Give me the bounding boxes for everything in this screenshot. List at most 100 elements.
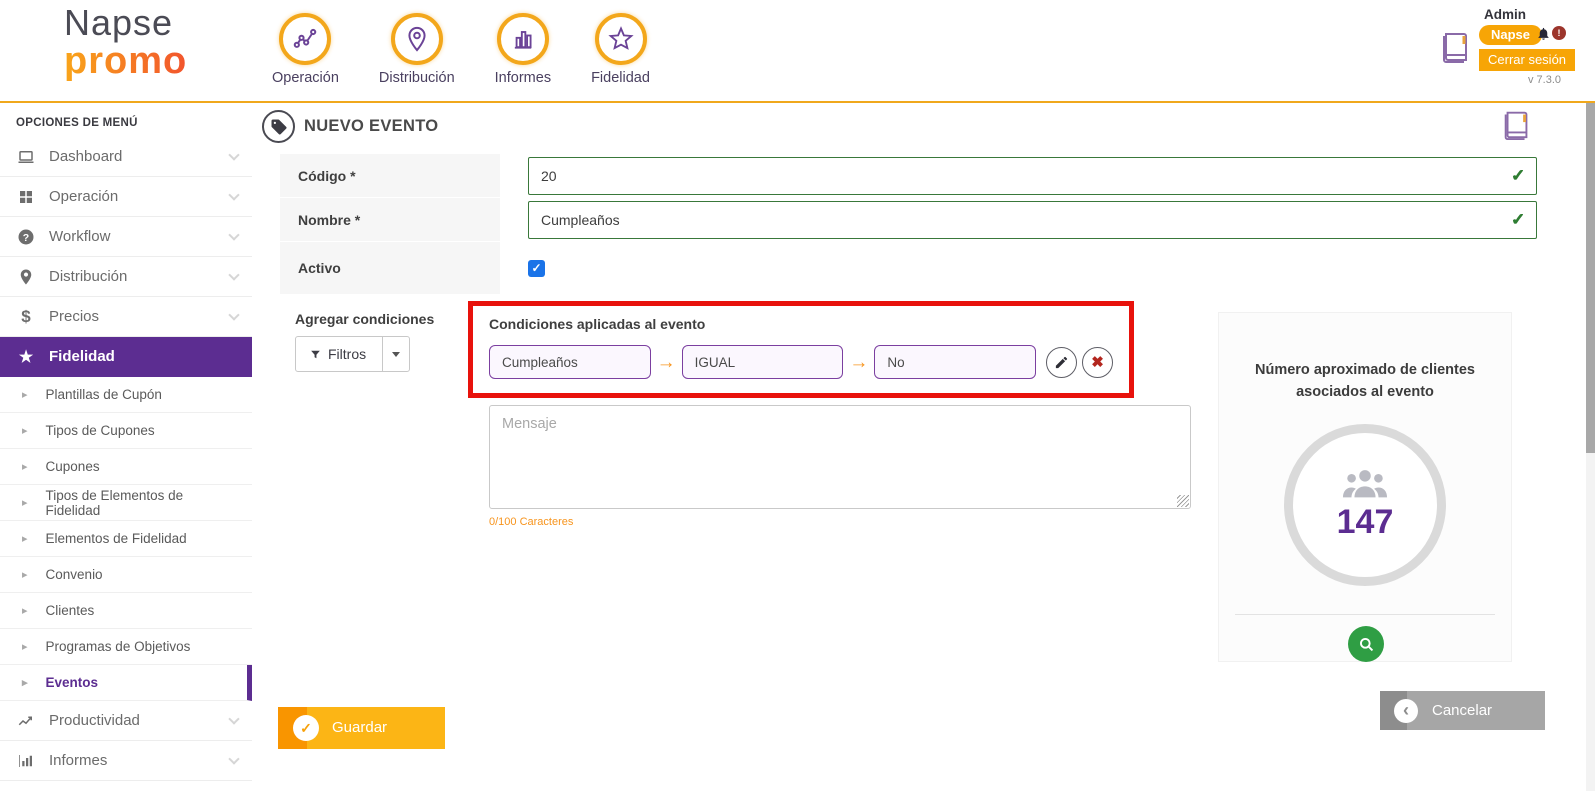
chevron-down-icon [228,752,240,765]
tenant-badge[interactable]: Napse [1479,25,1543,45]
nav-label: Informes [494,70,552,86]
sidebar-item-fidelidad[interactable]: ★ Fidelidad [0,337,252,377]
sidebar-item-dashboard[interactable]: Dashboard [0,137,252,177]
logo-promo: promo [64,39,188,82]
documentation-book-icon[interactable] [1438,28,1474,68]
sidebar-subitem-label: Cupones [45,459,100,474]
nav-label: Distribución [378,70,455,86]
grid-icon [16,187,36,207]
sidebar-subitem-cupones[interactable]: ▸ Cupones [0,449,252,485]
condition-value-pill[interactable]: No [874,345,1037,379]
nav-item-informes[interactable]: Informes [495,13,551,86]
notification-bell-icon[interactable] [1536,26,1551,41]
people-group-icon [1342,470,1388,498]
documentation-book-icon[interactable] [1500,107,1534,147]
client-estimate-card: Número aproximado de clientes asociados … [1218,312,1512,662]
chevron-down-icon [228,228,240,241]
codigo-input[interactable] [528,156,1537,195]
filters-split-button[interactable]: Filtros [295,336,411,372]
valid-check-icon: ✓ [1510,209,1525,229]
condition-row: Cumpleaños → IGUAL → No ✖ [489,345,1114,379]
star-icon [594,13,647,65]
triangle-right-icon: ▸ [22,605,28,617]
sidebar-subitem-tipos-de-elementos[interactable]: ▸ Tipos de Elementos de Fidelidad [0,485,252,521]
sidebar: OPCIONES DE MENÚ Dashboard Operación ? W… [0,105,252,791]
main-nav: Operación Distribución Informes Fidelida… [272,13,650,86]
sidebar-subitem-clientes[interactable]: ▸ Clientes [0,593,252,629]
trend-line-icon [16,711,36,731]
nombre-label: Nombre * [280,198,500,241]
sidebar-subitem-plantillas-de-cupon[interactable]: ▸ Plantillas de Cupón [0,377,252,413]
cancel-button[interactable]: ‹ Cancelar [1380,691,1545,730]
sidebar-subitem-convenio[interactable]: ▸ Convenio [0,557,252,593]
sidebar-subitem-programas-de-objetivos[interactable]: ▸ Programas de Objetivos [0,629,252,665]
message-textarea[interactable] [489,405,1191,509]
condition-actions: ✖ [1046,346,1114,378]
event-form: Código * ✓ Nombre * ✓ Activo ✓ [280,154,1537,295]
sidebar-subitem-label: Tipos de Elementos de Fidelidad [45,487,184,518]
page-title: NUEVO EVENTO [304,117,439,135]
sidebar-item-label: Fidelidad [49,348,115,365]
conditions-highlight-box: Condiciones aplicadas al evento Cumpleañ… [468,301,1134,398]
sidebar-item-label: Precios [49,308,100,325]
logo-napse: Napse [64,2,174,43]
filters-button[interactable]: Filtros [296,337,382,371]
sidebar-title: OPCIONES DE MENÚ [16,117,138,129]
sidebar-subitem-tipos-de-cupones[interactable]: ▸ Tipos de Cupones [0,413,252,449]
condition-field-pill[interactable]: Cumpleaños [489,345,651,379]
arrow-right-icon: → [849,351,869,373]
condition-operator-pill[interactable]: IGUAL [681,345,844,379]
sidebar-item-label: Operación [49,188,119,205]
sidebar-item-label: Distribución [49,268,128,285]
chevron-down-icon [228,268,240,281]
scrollbar-thumb[interactable] [1586,103,1595,453]
cancel-button-label: Cancelar [1432,702,1493,719]
sidebar-item-productividad[interactable]: Productividad [0,701,252,741]
add-conditions-label: Agregar condiciones [295,311,435,327]
sidebar-subitem-label: Tipos de Cupones [45,423,155,438]
pencil-icon [1055,356,1068,368]
nav-item-fidelidad[interactable]: Fidelidad [591,13,650,86]
sidebar-item-precios[interactable]: $ Precios [0,297,252,337]
triangle-right-icon: ▸ [22,497,28,509]
activo-label: Activo [280,242,500,294]
sidebar-subitem-label: Eventos [45,675,99,690]
alert-badge[interactable]: ! [1552,26,1566,40]
sidebar-subitem-label: Programas de Objetivos [45,639,191,654]
activo-checkbox[interactable]: ✓ [528,259,545,277]
chevron-down-icon [228,308,240,321]
caret-down-icon [392,351,401,357]
nav-item-operacion[interactable]: Operación [272,13,339,86]
triangle-right-icon: ▸ [22,677,28,689]
star-icon: ★ [18,348,34,366]
sidebar-subitem-eventos[interactable]: ▸ Eventos [0,665,252,701]
filters-button-label: Filtros [328,346,367,362]
triangle-right-icon: ▸ [22,533,28,545]
user-name: Admin [1484,7,1526,22]
codigo-field-wrap: ✓ [500,154,1537,197]
laptop-icon [16,147,36,167]
tag-icon [262,110,295,143]
edit-condition-button[interactable] [1046,346,1078,378]
bar-chart-icon [16,751,36,771]
sidebar-item-workflow[interactable]: ? Workflow [0,217,252,257]
sidebar-item-distribucion[interactable]: Distribución [0,257,252,297]
location-pin-icon [16,267,36,287]
napse-promo-logo[interactable]: Napse promo [64,4,187,82]
logout-button[interactable]: Cerrar sesión [1479,49,1576,71]
nombre-input[interactable] [528,200,1537,239]
delete-condition-button[interactable]: ✖ [1082,346,1114,378]
save-button[interactable]: ✓ Guardar [278,707,445,749]
sidebar-subitem-elementos-de-fidelidad[interactable]: ▸ Elementos de Fidelidad [0,521,252,557]
sidebar-item-operacion[interactable]: Operación [0,177,252,217]
sidebar-item-informes[interactable]: Informes [0,741,252,781]
sidebar-item-label: Informes [49,752,108,769]
triangle-right-icon: ▸ [22,461,28,473]
filters-dropdown-toggle[interactable] [382,337,409,371]
textarea-resize-handle[interactable] [1177,495,1189,507]
card-divider [1235,614,1495,615]
refresh-estimate-button[interactable] [1348,626,1384,662]
location-pin-icon [390,13,443,65]
client-count-ring: 147 [1284,423,1446,586]
nav-item-distribucion[interactable]: Distribución [379,13,455,86]
